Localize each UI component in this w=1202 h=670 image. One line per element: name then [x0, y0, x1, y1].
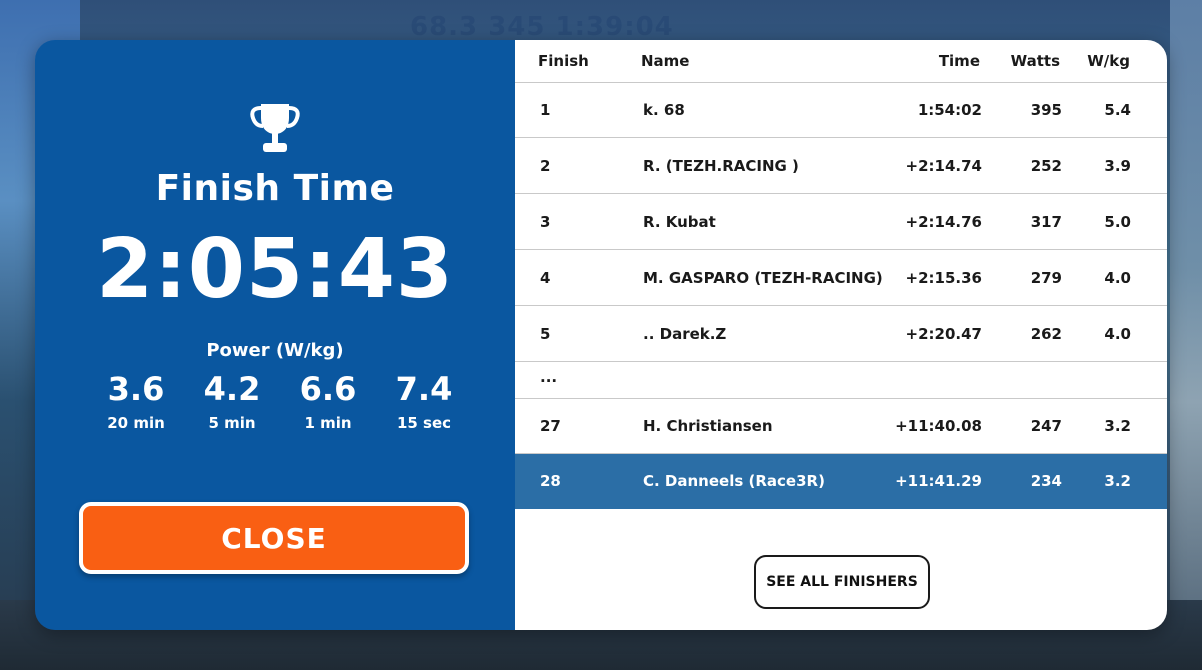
cell-name: R. (TEZH.RACING )	[643, 157, 799, 175]
cell-wkg: 3.2	[1104, 417, 1131, 435]
background-scenery	[1170, 0, 1202, 670]
power-duration: 5 min	[208, 414, 256, 432]
cell-time: +2:14.76	[905, 213, 982, 231]
power-stat-5min: 4.2 5 min	[186, 370, 278, 432]
header-time: Time	[938, 52, 980, 70]
power-stat-1min: 6.6 1 min	[282, 370, 374, 432]
cell-finish: 2	[540, 157, 551, 175]
cell-finish: 1	[540, 101, 551, 119]
table-row: 3 R. Kubat +2:14.76 317 5.0	[515, 195, 1167, 250]
cell-time: 1:54:02	[917, 101, 982, 119]
cell-watts: 395	[1030, 101, 1062, 119]
power-stat-15sec: 7.4 15 sec	[378, 370, 470, 432]
cell-watts: 317	[1030, 213, 1062, 231]
table-row-current-user: 28 C. Danneels (Race3R) +11:41.29 234 3.…	[515, 454, 1167, 509]
table-ellipsis-row: ...	[515, 362, 1167, 399]
cell-name: C. Danneels (Race3R)	[643, 472, 825, 490]
power-label: Power (W/kg)	[206, 340, 344, 361]
table-row: 4 M. GASPARO (TEZH-RACING) +2:15.36 279 …	[515, 251, 1167, 306]
cell-wkg: 4.0	[1104, 325, 1131, 343]
results-table-panel: Finish Name Time Watts W/kg 1 k. 68 1:54…	[515, 40, 1167, 630]
cell-name: H. Christiansen	[643, 417, 773, 435]
finish-results-dialog: Finish Time 2:05:43 Power (W/kg) 3.6 20 …	[35, 40, 1167, 630]
finish-time-title: Finish Time	[155, 168, 395, 209]
cell-finish: 28	[540, 472, 561, 490]
table-row: 1 k. 68 1:54:02 395 5.4	[515, 83, 1167, 138]
power-stat-20min: 3.6 20 min	[90, 370, 182, 432]
power-duration: 15 sec	[396, 414, 452, 432]
cell-watts: 234	[1030, 472, 1062, 490]
cell-wkg: 5.0	[1104, 213, 1131, 231]
finish-time-value: 2:05:43	[96, 222, 454, 317]
see-all-finishers-button[interactable]: SEE ALL FINISHERS	[754, 555, 930, 609]
power-duration: 20 min	[107, 414, 165, 432]
header-wkg: W/kg	[1087, 52, 1130, 70]
cell-watts: 279	[1030, 269, 1062, 287]
finish-summary-panel: Finish Time 2:05:43 Power (W/kg) 3.6 20 …	[35, 40, 515, 630]
cell-wkg: 5.4	[1104, 101, 1131, 119]
cell-time: +11:41.29	[895, 472, 982, 490]
trophy-icon	[250, 104, 300, 152]
power-value: 7.4	[395, 370, 453, 408]
table-row: 27 H. Christiansen +11:40.08 247 3.2	[515, 399, 1167, 454]
cell-time: +11:40.08	[895, 417, 982, 435]
close-button[interactable]: CLOSE	[79, 502, 469, 574]
cell-time: +2:15.36	[905, 269, 982, 287]
power-value: 3.6	[107, 370, 165, 408]
cell-watts: 252	[1030, 157, 1062, 175]
table-row: 5 .. Darek.Z +2:20.47 262 4.0	[515, 307, 1167, 362]
cell-finish: 5	[540, 325, 551, 343]
cell-wkg: 4.0	[1104, 269, 1131, 287]
power-duration: 1 min	[304, 414, 352, 432]
cell-finish: 4	[540, 269, 551, 287]
ellipsis-text: ...	[540, 368, 558, 386]
cell-finish: 27	[540, 417, 561, 435]
cell-watts: 262	[1030, 325, 1062, 343]
cell-name: k. 68	[643, 101, 685, 119]
power-value: 6.6	[299, 370, 357, 408]
cell-finish: 3	[540, 213, 551, 231]
cell-time: +2:20.47	[905, 325, 982, 343]
header-name: Name	[641, 52, 690, 70]
cell-wkg: 3.9	[1104, 157, 1131, 175]
power-stats: 3.6 20 min 4.2 5 min 6.6 1 min 7.4 15 se…	[90, 370, 470, 432]
header-watts: Watts	[1010, 52, 1060, 70]
cell-wkg: 3.2	[1104, 472, 1131, 490]
cell-name: M. GASPARO (TEZH-RACING)	[643, 269, 883, 287]
power-value: 4.2	[203, 370, 261, 408]
table-header: Finish Name Time Watts W/kg	[515, 40, 1167, 83]
background-hud-readout: 68.3 345 1:39:04	[410, 12, 674, 42]
table-row: 2 R. (TEZH.RACING ) +2:14.74 252 3.9	[515, 139, 1167, 194]
cell-time: +2:14.74	[905, 157, 982, 175]
cell-name: .. Darek.Z	[643, 325, 727, 343]
cell-name: R. Kubat	[643, 213, 716, 231]
cell-watts: 247	[1030, 417, 1062, 435]
header-finish: Finish	[538, 52, 589, 70]
